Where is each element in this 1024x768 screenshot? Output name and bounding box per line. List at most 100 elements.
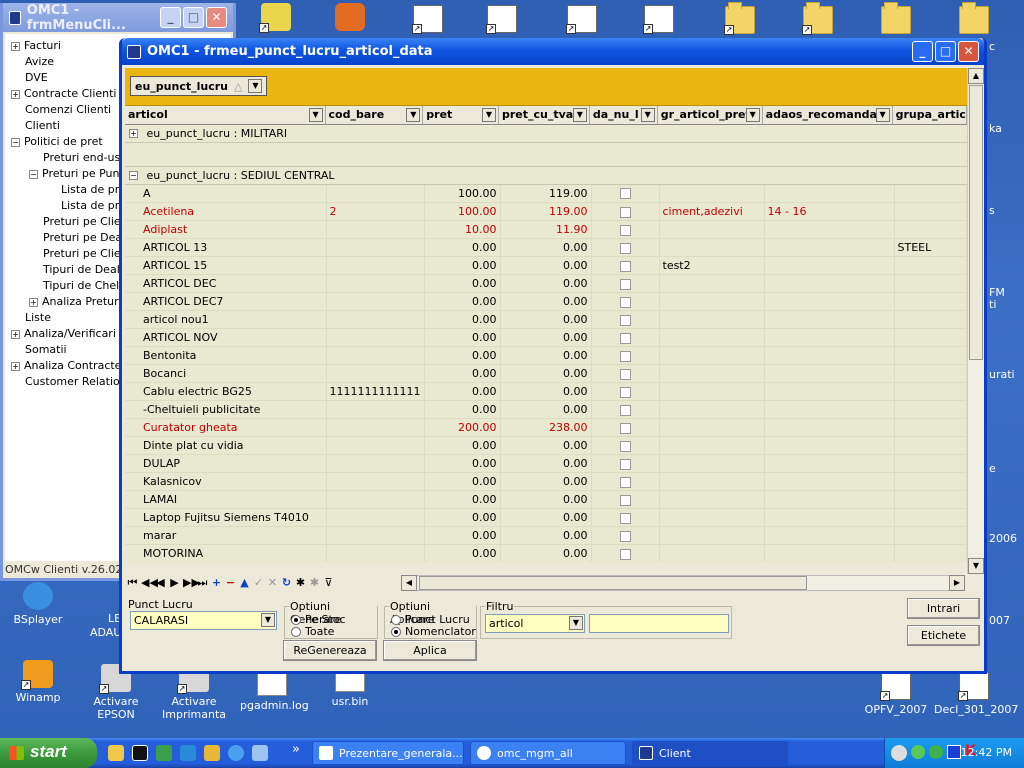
task-button-omc-mgm-all[interactable]: omc_mgm_all — [470, 741, 626, 765]
network-tray-icon[interactable] — [911, 745, 925, 759]
cell-da-nu-l[interactable] — [591, 346, 660, 365]
cell-pret_cu_tva[interactable]: 0.00 — [500, 490, 592, 509]
cell-pret_cu_tva[interactable]: 11.90 — [500, 220, 592, 239]
cell-articol[interactable]: ARTICOL 15 — [140, 256, 327, 275]
collapse-icon[interactable]: − — [29, 169, 38, 179]
task-button-client[interactable]: Client — [632, 741, 788, 765]
checkbox[interactable] — [619, 476, 631, 488]
cell-gr[interactable] — [659, 526, 765, 545]
cell-pret_cu_tva[interactable]: 0.00 — [500, 526, 592, 545]
cell-pret[interactable]: 0.00 — [424, 526, 501, 545]
cell-grupa[interactable] — [894, 490, 967, 509]
cell-adaos[interactable] — [764, 238, 895, 257]
intrari-button[interactable]: Intrari — [907, 598, 980, 619]
cell-articol[interactable]: Bocanci — [140, 364, 327, 383]
insert-button[interactable]: + — [211, 576, 222, 589]
cell-grupa[interactable] — [894, 454, 967, 473]
cell-pret[interactable]: 0.00 — [424, 400, 501, 419]
data-grid[interactable]: eu_punct_lucru △ ▼ articol ▼ cod_bare ▼ pret… — [125, 68, 967, 562]
column-header-adaos_recomandat[interactable]: adaos_recomandat ▼ — [762, 106, 893, 125]
table-row[interactable]: ARTICOL 13 0.00 0.00 STEEL — [125, 238, 967, 257]
scroll-thumb[interactable] — [419, 576, 807, 590]
cell-pret[interactable]: 0.00 — [424, 472, 501, 491]
checkbox[interactable] — [619, 530, 631, 542]
filter-button[interactable]: ⊽ — [323, 576, 334, 589]
regenereaza-button[interactable]: ReGenereaza — [283, 640, 377, 661]
cell-cod_bare[interactable] — [326, 472, 425, 491]
checkbox[interactable] — [619, 242, 631, 254]
checkbox[interactable] — [619, 368, 631, 380]
chevron-down-icon[interactable]: ▼ — [572, 108, 587, 122]
table-row[interactable]: ARTICOL 15 0.00 0.00 test2 — [125, 256, 967, 275]
cell-gr[interactable]: ciment,adezivi — [659, 202, 765, 221]
collapse-icon[interactable]: − — [11, 137, 20, 147]
chevron-down-icon[interactable]: ▼ — [406, 108, 421, 122]
aplica-button[interactable]: Aplica — [383, 640, 477, 661]
table-row[interactable]: Cablu electric BG25 1111111111111 0.00 0.00 — [125, 382, 967, 401]
prior-record-button[interactable]: ◀ — [155, 576, 166, 589]
cell-pret_cu_tva[interactable]: 0.00 — [500, 436, 592, 455]
checkbox[interactable] — [619, 314, 631, 326]
cell-pret[interactable]: 0.00 — [424, 346, 501, 365]
goto-bookmark-button[interactable]: ✱ — [309, 576, 320, 589]
chevron-down-icon[interactable]: ▼ — [308, 108, 323, 122]
cell-articol[interactable]: Adiplast — [140, 220, 327, 239]
start-button[interactable]: start — [0, 738, 97, 768]
cell-pret[interactable]: 0.00 — [424, 544, 501, 562]
column-header-gr_articol_pret[interactable]: gr_articol_pret ▼ — [657, 106, 763, 125]
scroll-down-button[interactable]: ▼ — [968, 558, 984, 574]
edit-button[interactable]: ▲ — [239, 576, 250, 589]
expand-icon[interactable]: + — [29, 297, 38, 307]
cell-gr[interactable] — [659, 508, 765, 527]
cell-articol[interactable]: Laptop Fujitsu Siemens T4010 — [140, 508, 327, 527]
cell-gr[interactable] — [659, 364, 765, 383]
cell-da-nu-l[interactable] — [591, 328, 660, 347]
table-row[interactable]: Curatator gheata 200.00 238.00 — [125, 418, 967, 437]
explorer-icon[interactable] — [252, 745, 268, 761]
table-row[interactable]: LAMAI 0.00 0.00 — [125, 490, 967, 509]
table-row[interactable]: Bentonita 0.00 0.00 — [125, 346, 967, 365]
cell-da-nu-l[interactable] — [591, 292, 660, 311]
cell-gr[interactable] — [659, 400, 765, 419]
chevron-down-icon[interactable]: ▼ — [875, 108, 890, 122]
cell-pret[interactable]: 200.00 — [424, 418, 501, 437]
minimize-button[interactable]: _ — [160, 7, 181, 28]
cell-pret_cu_tva[interactable]: 0.00 — [500, 454, 592, 473]
cell-adaos[interactable] — [764, 544, 895, 562]
cell-pret[interactable]: 0.00 — [424, 256, 501, 275]
cell-cod_bare[interactable] — [326, 364, 425, 383]
folder-shortcut-icon[interactable]: ↗ — [786, 2, 850, 37]
cell-pret[interactable]: 10.00 — [424, 220, 501, 239]
cell-pret[interactable]: 0.00 — [424, 382, 501, 401]
flag-shortcut-icon[interactable]: ↗ — [470, 5, 534, 36]
folder-icon[interactable] — [942, 2, 1006, 37]
group-by-chip[interactable]: eu_punct_lucru △ ▼ — [130, 76, 268, 96]
cell-pret[interactable]: 0.00 — [424, 310, 501, 329]
cell-cod_bare[interactable] — [326, 328, 425, 347]
scroll-right-button[interactable]: ▶ — [949, 575, 965, 591]
desktop-icon-opfv-2007[interactable]: ↗ OPFV_2007 — [864, 672, 928, 716]
chevron-down-icon[interactable]: ▼ — [481, 108, 496, 122]
checkbox[interactable] — [619, 350, 631, 362]
next-record-button[interactable]: ▶ — [169, 576, 180, 589]
cell-gr[interactable] — [659, 472, 765, 491]
radio-nomenclator[interactable]: Nomenclator — [391, 625, 476, 638]
minimize-button[interactable]: _ — [912, 41, 933, 62]
cell-gr[interactable] — [659, 220, 765, 239]
table-row[interactable]: -Cheltuieli publicitate 0.00 0.00 — [125, 400, 967, 419]
table-row[interactable]: Laptop Fujitsu Siemens T4010 0.00 0.00 — [125, 508, 967, 527]
table-row[interactable]: articol nou1 0.00 0.00 — [125, 310, 967, 329]
cell-gr[interactable] — [659, 544, 765, 562]
delete-button[interactable]: − — [225, 576, 236, 589]
cell-articol[interactable]: ARTICOL 13 — [140, 238, 327, 257]
cell-gr[interactable] — [659, 292, 765, 311]
cell-cod_bare[interactable] — [326, 400, 425, 419]
cell-cod_bare[interactable] — [326, 454, 425, 473]
cell-articol[interactable]: Cablu electric BG25 — [140, 382, 327, 401]
desktop-icon-pgadmin-log[interactable]: pgadmin.log — [240, 668, 309, 712]
cell-adaos[interactable] — [764, 256, 895, 275]
checkbox[interactable] — [619, 404, 631, 416]
table-row[interactable]: Bocanci 0.00 0.00 — [125, 364, 967, 383]
cell-articol[interactable]: Acetilena — [140, 202, 327, 221]
close-button[interactable]: ✕ — [206, 7, 227, 28]
